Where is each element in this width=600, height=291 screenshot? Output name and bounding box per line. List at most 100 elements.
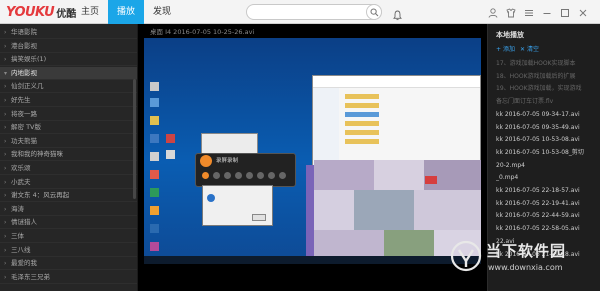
playlist-item[interactable]: kk 2016-07-05 22-44-59.avi bbox=[496, 210, 599, 222]
sidebar-item[interactable]: › 解密 TV版 bbox=[0, 121, 137, 135]
tab-discover[interactable]: 发现 bbox=[144, 0, 180, 24]
playlist-item[interactable]: 17、游戏加载HOOK实现脚本 bbox=[496, 58, 599, 70]
explorer-toolbar bbox=[313, 76, 480, 88]
sidebar-item[interactable]: › 小武夫 bbox=[0, 176, 137, 189]
sidebar-item-label: 三八线 bbox=[11, 245, 31, 254]
playlist-item[interactable]: 20-2.mp4 bbox=[496, 160, 599, 172]
chevron-icon: › bbox=[4, 246, 7, 254]
playlist-item[interactable]: kk 2016-07-05 10-53-08.avi bbox=[496, 134, 599, 146]
desktop-icon bbox=[150, 206, 159, 215]
chevron-icon: › bbox=[4, 273, 7, 281]
sidebar-item[interactable]: › 三体 bbox=[0, 230, 137, 243]
video-player[interactable]: 桌面 I4 2016-07-05 10-25-26.avi 录屏录制 bbox=[138, 24, 487, 291]
logo-wordmark: YOUKU bbox=[6, 4, 55, 20]
recorder-buttons bbox=[202, 172, 292, 182]
folder-icon bbox=[345, 121, 379, 126]
sidebar-item[interactable]: › 功夫熊猫 bbox=[0, 135, 137, 148]
sidebar-item-label: 海涛 bbox=[11, 204, 24, 213]
sidebar-item[interactable]: › 情谜猎人 bbox=[0, 216, 137, 230]
sidebar-item[interactable]: › 谢文东 4：风云再起 bbox=[0, 189, 137, 203]
user-icon[interactable] bbox=[486, 5, 500, 19]
playlist-item[interactable]: kk 2016-07-05 22-19-41.avi bbox=[496, 198, 599, 210]
folder-icon bbox=[345, 103, 379, 108]
sidebar-item[interactable]: › 将夜一路 bbox=[0, 108, 137, 121]
desktop-icon bbox=[150, 82, 159, 91]
sidebar-item-label: 最爱的我 bbox=[11, 259, 37, 268]
video-frame[interactable]: 录屏录制 bbox=[144, 38, 481, 264]
chevron-icon: › bbox=[4, 219, 7, 227]
playlist-item[interactable]: kk 2016-07-05 22-58-05.avi bbox=[496, 223, 599, 235]
chevron-icon: › bbox=[4, 29, 7, 36]
close-icon[interactable] bbox=[576, 5, 590, 19]
youku-logo[interactable]: YOUKU 优酷 bbox=[6, 2, 76, 22]
playlist-item[interactable]: kk 2016-07-05 09-35-49.avi bbox=[496, 122, 599, 134]
video-bottom-bar bbox=[138, 264, 487, 291]
sidebar-item-label: 内地影视 bbox=[11, 68, 37, 77]
desktop-icon bbox=[150, 134, 159, 143]
watermark: 当下软件园 www.downxia.com bbox=[450, 238, 596, 288]
chevron-icon: › bbox=[4, 137, 7, 145]
chevron-icon: › bbox=[4, 165, 7, 172]
playlist-item[interactable]: 18、HOOK游戏加载后的扩展 bbox=[496, 71, 599, 83]
sidebar-item-label: 将夜一路 bbox=[11, 109, 37, 118]
playlist-item[interactable]: 19、HOOK游戏加载，实现游戏 bbox=[496, 83, 599, 95]
top-bar: YOUKU 优酷 主页 播放 发现 bbox=[0, 0, 600, 24]
sidebar-item-label: 仙剑正义几 bbox=[11, 82, 44, 91]
desktop-icon bbox=[150, 188, 159, 197]
desktop-icon bbox=[150, 242, 159, 251]
chevron-icon: › bbox=[4, 83, 7, 91]
recorder-title: 录屏录制 bbox=[216, 158, 239, 164]
desktop-icon bbox=[150, 152, 159, 161]
sidebar-item[interactable]: › 海涛 bbox=[0, 203, 137, 216]
folder-icon bbox=[345, 112, 379, 117]
skin-icon[interactable] bbox=[504, 5, 518, 19]
sidebar-item[interactable]: › 港台影视 bbox=[0, 40, 137, 53]
minimize-icon[interactable] bbox=[540, 5, 554, 19]
playlist-item[interactable]: _0.mp4 bbox=[496, 172, 599, 184]
sidebar-item[interactable]: › 仙剑正义几 bbox=[0, 80, 137, 94]
folder-icon bbox=[345, 94, 379, 99]
chevron-icon: › bbox=[4, 110, 7, 118]
sidebar-item-label: 毛泽东三兄弟 bbox=[11, 272, 50, 281]
add-button[interactable]: + 添加 bbox=[496, 44, 515, 53]
sidebar-scrollbar[interactable] bbox=[133, 79, 136, 199]
playlist-item[interactable]: kk 2016-07-05 22-18-57.avi bbox=[496, 185, 599, 197]
playlist-item[interactable]: 备忘门面订车订票.flv bbox=[496, 96, 599, 108]
tab-home[interactable]: 主页 bbox=[72, 0, 108, 24]
sidebar-item-label: 港台影视 bbox=[11, 41, 37, 50]
category-sidebar: › 华语影院 › 港台影视 › 搞笑娱乐(1) ▾ 内地影视 › 仙剑正义几 › 好先生 › 将夜一路 › 解… bbox=[0, 24, 137, 291]
chevron-icon: › bbox=[4, 124, 7, 132]
menu-icon[interactable] bbox=[522, 5, 536, 19]
maximize-icon[interactable] bbox=[558, 5, 572, 19]
tab-play[interactable]: 播放 bbox=[108, 0, 144, 24]
window-controls bbox=[486, 5, 596, 19]
notification-icon[interactable] bbox=[392, 6, 403, 25]
chevron-icon: › bbox=[4, 178, 7, 186]
sidebar-item-label: 功夫熊猫 bbox=[11, 136, 37, 145]
sidebar-item[interactable]: › 最爱的我 bbox=[0, 257, 137, 271]
sidebar-item[interactable]: › 好先生 bbox=[0, 94, 137, 107]
search-input[interactable] bbox=[246, 4, 382, 20]
sidebar-item[interactable]: › 华语影院 bbox=[0, 26, 137, 39]
sidebar-item[interactable]: › 三八线 bbox=[0, 244, 137, 257]
search-icon[interactable] bbox=[366, 4, 382, 20]
sidebar-item[interactable]: › 欢乐颂 bbox=[0, 162, 137, 175]
playlist-item[interactable]: kk 2016-07-05 09-34-17.avi bbox=[496, 109, 599, 121]
sidebar-item[interactable]: ▾ 内地影视 bbox=[0, 66, 137, 80]
red-marker bbox=[425, 176, 437, 184]
sidebar-item-label: 小武夫 bbox=[11, 177, 31, 186]
clear-button[interactable]: ✕ 清空 bbox=[520, 44, 539, 53]
desktop-icon bbox=[150, 170, 159, 179]
chevron-icon: › bbox=[4, 233, 7, 240]
sidebar-item-label: 欢乐颂 bbox=[11, 164, 31, 172]
watermark-url: www.downxia.com bbox=[488, 263, 563, 272]
add-label: 添加 bbox=[502, 46, 515, 53]
sidebar-item[interactable]: › 我和我的神奇猫咪 bbox=[0, 148, 137, 162]
sidebar-item-label: 谢文东 4：风云再起 bbox=[11, 191, 70, 200]
sidebar-item[interactable]: › 搞笑娱乐(1) bbox=[0, 53, 137, 67]
sidebar-item[interactable]: › 毛泽东三兄弟 bbox=[0, 271, 137, 284]
folder-icon bbox=[345, 139, 379, 144]
playlist-item[interactable]: kk 2016-07-05 10-53-08_剪切 bbox=[496, 147, 599, 159]
desktop-icon bbox=[166, 150, 175, 159]
chevron-icon: › bbox=[4, 151, 7, 159]
